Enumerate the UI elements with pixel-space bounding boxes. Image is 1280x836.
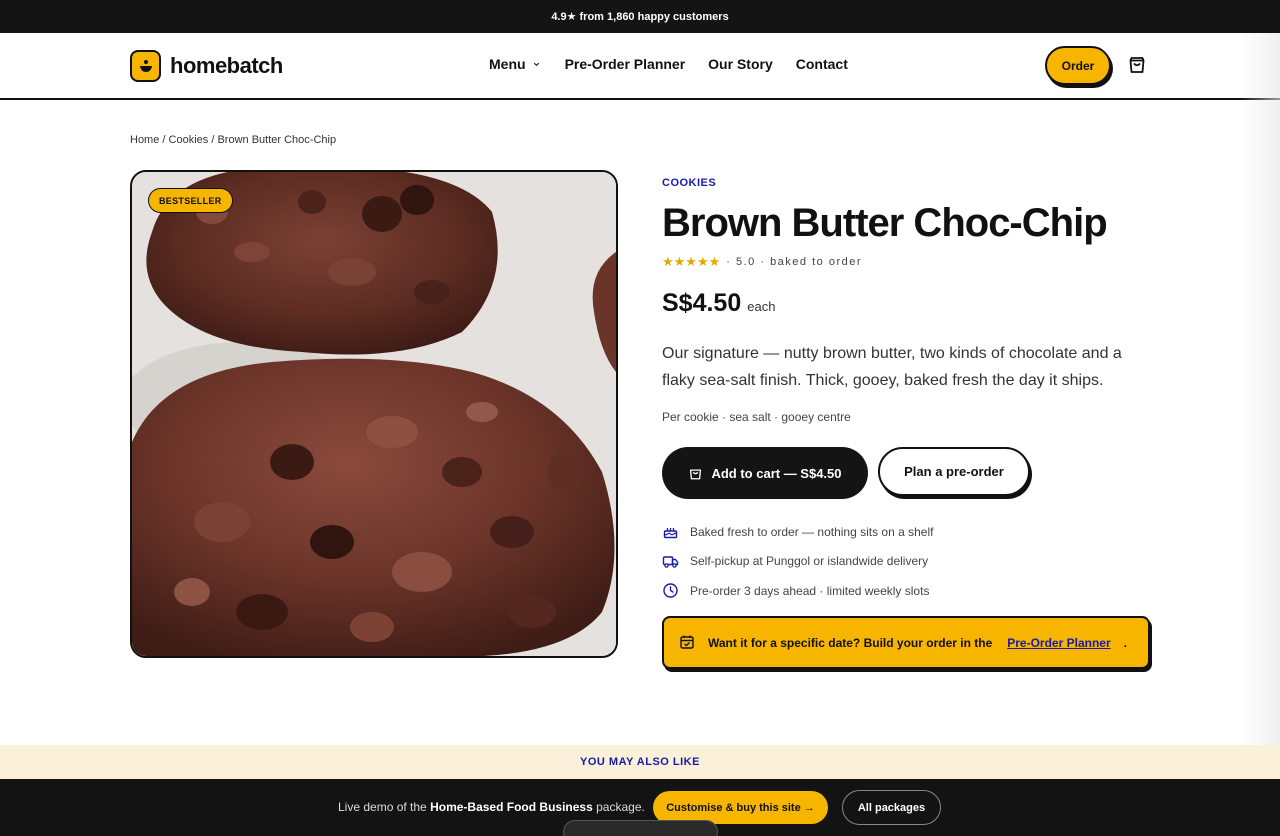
cake-icon — [662, 523, 679, 540]
product-image[interactable]: BESTSELLER — [130, 170, 618, 658]
add-to-cart-button[interactable]: Add to cart — S$4.50 — [662, 447, 868, 499]
nav-preorder-planner[interactable]: Pre-Order Planner — [565, 56, 686, 72]
callout-text: Want it for a specific date? Build your … — [708, 635, 993, 650]
brand-logo[interactable]: homebatch — [130, 50, 283, 82]
scroll-edge-shadow — [1240, 33, 1280, 778]
product-description: Our signature — nutty brown butter, two … — [662, 345, 1122, 389]
demo-package-name: Home-Based Food Business — [430, 800, 593, 814]
order-button[interactable]: Order — [1045, 46, 1111, 85]
preorder-callout: Want it for a specific date? Build your … — [662, 616, 1150, 669]
rating-text: · 5.0 · baked to order — [726, 256, 863, 268]
plan-preorder-button[interactable]: Plan a pre-order — [878, 447, 1030, 496]
shopping-bag-icon[interactable] — [1127, 55, 1147, 75]
price-row: S$4.50 each — [662, 289, 775, 318]
nav-contact[interactable]: Contact — [796, 56, 848, 72]
product-title: Brown Butter Choc-Chip — [662, 201, 1108, 245]
announcement-bar: 4.9★ from 1,860 happy customers — [0, 0, 1280, 33]
demo-suffix: package. — [596, 800, 645, 814]
breadcrumb-cookies[interactable]: Cookies — [169, 134, 209, 146]
brand-name: homebatch — [170, 53, 283, 78]
nav-menu-label: Menu — [489, 56, 526, 72]
chevron-down-icon — [532, 60, 541, 69]
related-heading-text: YOU MAY ALSO LIKE — [580, 756, 700, 768]
add-to-cart-label: Add to cart — S$4.50 — [711, 465, 842, 481]
product-category[interactable]: COOKIES — [662, 177, 716, 189]
shopping-bag-icon — [688, 466, 703, 481]
price-unit: each — [747, 299, 776, 314]
announcement-text: 4.9★ from 1,860 happy customers — [551, 11, 729, 23]
nav-our-story[interactable]: Our Story — [708, 56, 773, 72]
breadcrumb-current: Brown Butter Choc-Chip — [217, 134, 337, 146]
floating-toolbar[interactable] — [563, 820, 718, 836]
product-rating: ★★★★★ · 5.0 · baked to order — [662, 254, 862, 270]
feature-text: Baked fresh to order — nothing sits on a… — [690, 524, 934, 539]
bestseller-badge: BESTSELLER — [148, 188, 233, 213]
clock-icon — [662, 582, 679, 599]
callout-end: . — [1123, 635, 1127, 650]
nav-menu[interactable]: Menu — [489, 56, 541, 72]
feature-text: Pre-order 3 days ahead · limited weekly … — [690, 583, 930, 598]
feature-item: Pre-order 3 days ahead · limited weekly … — [662, 576, 933, 606]
preorder-planner-link[interactable]: Pre-Order Planner — [1007, 636, 1110, 650]
demo-prefix: Live demo of the — [338, 800, 427, 814]
star-rating-icon: ★★★★★ — [662, 254, 721, 269]
feature-item: Self-pickup at Punggol or islandwide del… — [662, 547, 933, 577]
product-meta: Per cookie · sea salt · gooey centre — [662, 410, 851, 424]
cookie-photo — [132, 172, 616, 656]
related-products-heading: YOU MAY ALSO LIKE — [0, 745, 1280, 779]
breadcrumb: Home / Cookies / Brown Butter Choc-Chip — [130, 134, 336, 146]
all-packages-button[interactable]: All packages — [842, 790, 941, 825]
demo-text: Live demo of the Home-Based Food Busines… — [338, 800, 645, 814]
feature-list: Baked fresh to order — nothing sits on a… — [662, 517, 933, 606]
site-header: homebatch Menu Pre-Order Planner Our Sto… — [0, 33, 1280, 100]
feature-text: Self-pickup at Punggol or islandwide del… — [690, 554, 929, 569]
main-nav: Menu Pre-Order Planner Our Story Contact — [489, 56, 848, 72]
product-price: S$4.50 — [662, 289, 742, 317]
demo-bar: Live demo of the Home-Based Food Busines… — [0, 779, 1280, 836]
breadcrumb-home[interactable]: Home — [130, 134, 159, 146]
truck-icon — [662, 553, 679, 570]
breadcrumb-separator: / — [211, 134, 215, 146]
calendar-icon — [679, 634, 696, 651]
breadcrumb-separator: / — [162, 134, 166, 146]
feature-item: Baked fresh to order — nothing sits on a… — [662, 517, 933, 547]
logo-bowl-icon — [130, 50, 161, 82]
